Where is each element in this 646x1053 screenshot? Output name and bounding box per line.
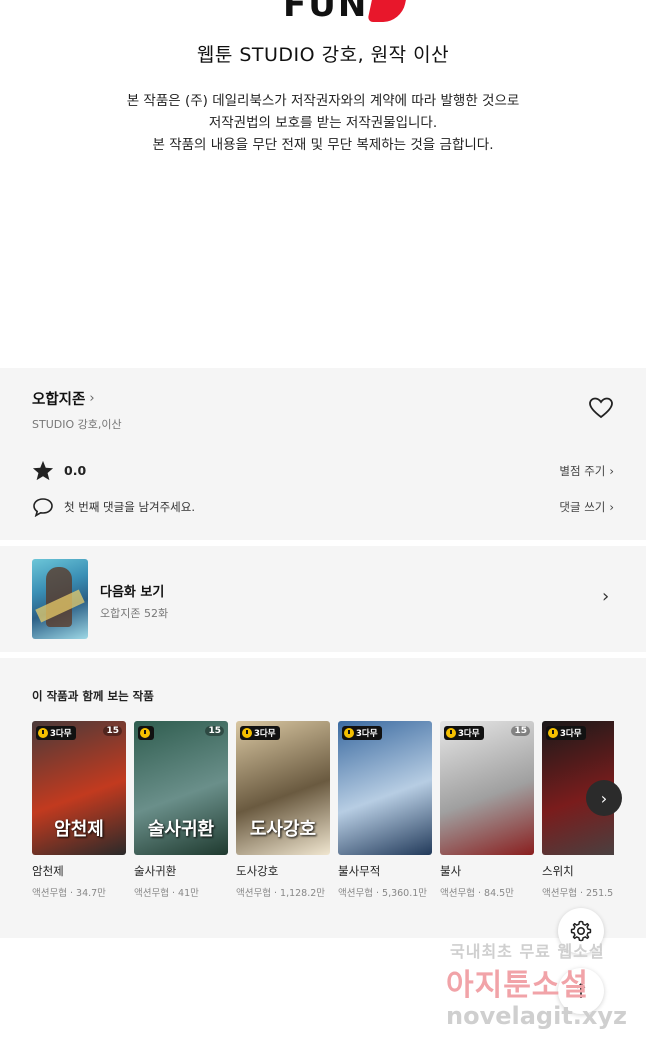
clock-icon — [344, 728, 354, 738]
work-cover: 3다무 15 — [440, 721, 534, 855]
wait-free-badge: 3다무 — [36, 726, 76, 740]
speech-bubble-icon — [33, 498, 53, 517]
recommendations-section: 이 작품과 함께 보는 작품 3다무 15 암천제 암천제 액션무협 · 34.7만 15… — [0, 658, 646, 938]
next-episode-thumbnail — [32, 559, 88, 639]
star-icon — [32, 460, 54, 481]
chevron-right-icon: › — [609, 500, 614, 514]
work-title: 오합지존 — [32, 392, 86, 408]
heart-icon[interactable] — [588, 396, 614, 420]
work-meta: 액션무협 · 1,128.2만 — [236, 888, 326, 899]
gear-icon — [570, 920, 592, 942]
publisher-logo: FUN — [283, 0, 408, 25]
settings-button[interactable] — [558, 908, 604, 954]
recommended-work[interactable]: 3다무 15 불사액션무협 · 84.5만 — [440, 721, 534, 899]
wait-free-badge: 3다무 — [546, 726, 586, 740]
arrow-up-icon: ↑ — [572, 979, 590, 1003]
wait-free-label: 3다무 — [50, 729, 72, 739]
clock-icon — [446, 728, 456, 738]
rating-value: 0.0 — [64, 463, 87, 478]
rating-row: 0.0 별점 주기 › — [32, 460, 614, 481]
work-meta: 액션무협 · 251.5만 — [542, 888, 614, 899]
work-cover: 15 술사귀환 — [134, 721, 228, 855]
write-comment-button[interactable]: 댓글 쓰기 › — [559, 499, 614, 515]
watermark: 국내최초 무료 웹소설 아지툰소설 novelagit.xyz — [430, 938, 640, 1038]
wait-free-label: 3다무 — [356, 729, 378, 739]
comment-prompt: 첫 번째 댓글을 남겨주세요. — [64, 500, 196, 514]
work-name: 스위치 — [542, 864, 574, 878]
next-episode-button[interactable]: 다음화 보기 오합지존 52화 › — [0, 546, 646, 652]
logo-text: FUN — [283, 0, 369, 25]
work-name: 암천제 — [32, 864, 64, 878]
work-cover: 3다무 15 암천제 — [32, 721, 126, 855]
work-title-link[interactable]: 오합지존 › — [32, 388, 95, 409]
work-name: 불사무적 — [338, 864, 381, 878]
recommended-work[interactable]: 15 술사귀환 술사귀환 액션무협 · 41만 — [134, 721, 228, 899]
notice-line: 저작권법의 보호를 받는 저작권물입니다. — [208, 115, 438, 131]
comment-link-label: 댓글 쓰기 — [559, 500, 606, 514]
work-authors: STUDIO 강호,이산 — [32, 418, 122, 431]
work-meta: 액션무협 · 41만 — [134, 888, 199, 899]
copyright-notice: 본 작품은 (주) 데일리북스가 저작권자와의 계약에 따라 발행한 것으로 저… — [0, 90, 646, 156]
carousel-next-button[interactable]: › — [586, 780, 622, 816]
cover-title-art: 암천제 — [54, 819, 104, 840]
clock-icon — [38, 728, 48, 738]
work-name: 도사강호 — [236, 864, 279, 878]
wait-free-badge: 3다무 — [240, 726, 280, 740]
recommended-work[interactable]: 3다무불사무적액션무협 · 5,360.1만 — [338, 721, 432, 899]
work-cover: 3다무도사강호 — [236, 721, 330, 855]
work-meta: 액션무협 · 5,360.1만 — [338, 888, 428, 899]
work-name: 술사귀환 — [134, 864, 177, 878]
comment-row: 첫 번째 댓글을 남겨주세요. 댓글 쓰기 › — [32, 497, 614, 517]
rate-button[interactable]: 별점 주기 › — [559, 463, 614, 479]
next-episode-label: 다음화 보기 — [100, 585, 165, 600]
copyright-section: FUN 웹툰 STUDIO 강호, 원작 이산 본 작품은 (주) 데일리북스가… — [0, 0, 646, 368]
credit-line: 웹툰 STUDIO 강호, 원작 이산 — [196, 44, 450, 66]
age-rating-badge: 15 — [103, 726, 122, 736]
clock-icon — [548, 728, 558, 738]
clock-icon — [242, 728, 252, 738]
chevron-right-icon: › — [602, 586, 610, 607]
notice-line: 본 작품은 (주) 데일리북스가 저작권자와의 계약에 따라 발행한 것으로 — [126, 93, 520, 109]
age-rating-badge: 15 — [205, 726, 224, 736]
wait-free-label: 3다무 — [458, 729, 480, 739]
wait-free-label: 3다무 — [560, 729, 582, 739]
wait-free-badge: 3다무 — [342, 726, 382, 740]
next-episode-subtitle: 오합지존 52화 — [100, 607, 169, 620]
scroll-to-top-button[interactable]: ↑ — [558, 968, 604, 1014]
work-meta: 액션무협 · 84.5만 — [440, 888, 514, 899]
recommendations-title: 이 작품과 함께 보는 작품 — [32, 689, 154, 703]
wait-free-label: 3다무 — [254, 729, 276, 739]
cover-title-art: 술사귀환 — [147, 819, 215, 840]
wait-free-badge: 3다무 — [444, 726, 484, 740]
watermark-line: novelagit.xyz — [446, 1002, 628, 1030]
work-meta: 액션무협 · 34.7만 — [32, 888, 106, 899]
work-info-card: 오합지존 › STUDIO 강호,이산 0.0 별점 주기 › 첫 번째 댓글을… — [0, 368, 646, 540]
work-cover: 3다무 — [338, 721, 432, 855]
cover-title-art: 도사강호 — [249, 819, 317, 840]
recommended-work[interactable]: 3다무 도사강호 도사강호 액션무협 · 1,128.2만 — [236, 721, 330, 899]
chevron-right-icon: › — [89, 391, 95, 406]
notice-line: 본 작품의 내용을 무단 전재 및 무단 복제하는 것을 금합니다. — [152, 137, 494, 153]
age-rating-badge: 15 — [511, 726, 530, 736]
wait-free-badge — [138, 726, 154, 740]
chevron-right-icon: › — [609, 463, 614, 478]
recommended-work[interactable]: 3다무 15 암천제 암천제 액션무협 · 34.7만 — [32, 721, 126, 899]
logo-mark-icon — [367, 0, 408, 22]
work-name: 불사 — [440, 864, 462, 878]
recommendations-carousel[interactable]: 3다무 15 암천제 암천제 액션무협 · 34.7만 15 술사귀환 술사귀환 액션무협 · … — [32, 721, 614, 901]
rate-link-label: 별점 주기 — [559, 463, 606, 478]
episode-footer-panel: 오합지존 › STUDIO 강호,이산 0.0 별점 주기 › 첫 번째 댓글을… — [0, 368, 646, 938]
clock-icon — [140, 728, 150, 738]
